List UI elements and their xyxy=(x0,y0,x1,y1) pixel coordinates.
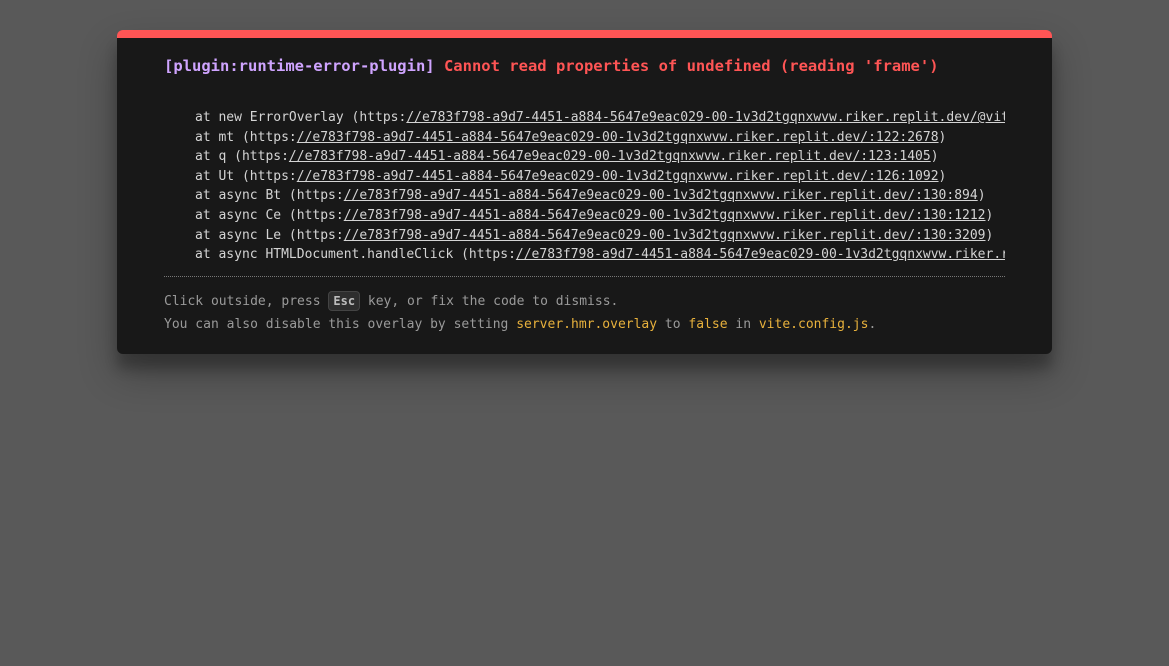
stack-frame: at async Ce (https://e783f798-a9d7-4451-… xyxy=(164,206,1005,226)
stack-frame-label: at mt (https: xyxy=(195,129,297,145)
stack-frame-label: at Ut (https: xyxy=(195,168,297,184)
stack-frame-suffix: ) xyxy=(985,227,994,243)
stack-frame-link[interactable]: //e783f798-a9d7-4451-a884-5647e9eac029-0… xyxy=(344,208,986,223)
tip-text: You can also disable this overlay by set… xyxy=(164,317,517,332)
esc-key: Esc xyxy=(328,291,361,311)
stack-frame-label: at async Bt (https: xyxy=(195,188,344,204)
tip-text: in xyxy=(727,317,759,332)
stack-frame: at Ut (https://e783f798-a9d7-4451-a884-5… xyxy=(164,167,1005,187)
stack-frame-suffix: ) xyxy=(930,149,939,165)
stack-frame: at q (https://e783f798-a9d7-4451-a884-56… xyxy=(164,147,1005,167)
stack-frame: at new ErrorOverlay (https://e783f798-a9… xyxy=(164,108,1005,128)
divider xyxy=(164,276,1005,277)
stack-frame-link[interactable]: //e783f798-a9d7-4451-a884-5647e9eac029-0… xyxy=(297,130,939,145)
config-file: vite.config.js xyxy=(758,317,869,332)
tip-text: Click outside, press xyxy=(164,294,329,309)
stack-frame-label: at q (https: xyxy=(195,149,289,165)
tip-text: . xyxy=(868,317,877,332)
disable-tip: You can also disable this overlay by set… xyxy=(164,315,876,335)
stack-frame: at mt (https://e783f798-a9d7-4451-a884-5… xyxy=(164,128,1005,148)
stack-frame: at async HTMLDocument.handleClick (https… xyxy=(164,245,1005,265)
stack-frame-label: at async HTMLDocument.handleClick (https… xyxy=(195,247,516,263)
stack-frame-suffix: ) xyxy=(977,188,986,204)
stack-frame-link[interactable]: //e783f798-a9d7-4451-a884-5647e9eac029-0… xyxy=(516,247,1005,262)
stack-frame-link[interactable]: //e783f798-a9d7-4451-a884-5647e9eac029-0… xyxy=(344,188,978,203)
stack-frame: at async Le (https://e783f798-a9d7-4451-… xyxy=(164,226,1005,246)
config-value: false xyxy=(688,317,728,332)
stack-frame-suffix: ) xyxy=(938,168,947,184)
stack-frame: at async Bt (https://e783f798-a9d7-4451-… xyxy=(164,186,1005,206)
stack-frame-label: at async Ce (https: xyxy=(195,207,344,223)
dismiss-tip: Click outside, press Esc key, or fix the… xyxy=(164,291,618,312)
stack-frame-link[interactable]: //e783f798-a9d7-4451-a884-5647e9eac029-0… xyxy=(344,228,986,243)
error-message: [plugin:runtime-error-plugin] Cannot rea… xyxy=(164,56,939,76)
stack-frame-label: at async Le (https: xyxy=(195,227,344,243)
stack-frame-suffix: ) xyxy=(985,207,994,223)
stack-frame-label: at new ErrorOverlay (https: xyxy=(195,110,407,125)
stack-frame-link[interactable]: //e783f798-a9d7-4451-a884-5647e9eac029-0… xyxy=(406,110,1005,125)
tip-text: to xyxy=(657,317,689,332)
stack-frame-link[interactable]: //e783f798-a9d7-4451-a884-5647e9eac029-0… xyxy=(289,149,931,164)
config-setting: server.hmr.overlay xyxy=(516,317,658,332)
tip-text: key, or fix the code to dismiss. xyxy=(360,294,619,309)
stack-frame-link[interactable]: //e783f798-a9d7-4451-a884-5647e9eac029-0… xyxy=(297,169,939,184)
stack-frame-suffix: ) xyxy=(938,129,947,145)
error-message-text: Cannot read properties of undefined (rea… xyxy=(443,57,939,75)
stack-trace: at new ErrorOverlay (https://e783f798-a9… xyxy=(164,108,1005,265)
error-overlay-window: [plugin:runtime-error-plugin] Cannot rea… xyxy=(117,30,1052,354)
plugin-name: [plugin:runtime-error-plugin] xyxy=(164,57,435,75)
